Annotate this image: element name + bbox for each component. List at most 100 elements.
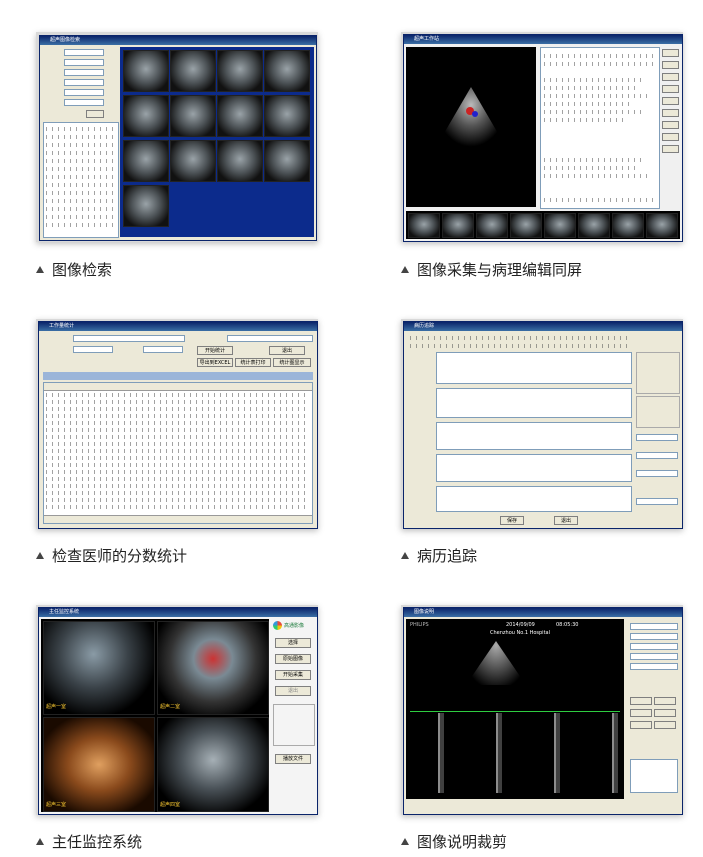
exit-button[interactable]: 退出	[275, 686, 311, 696]
filter-field[interactable]	[64, 99, 104, 106]
ultrasound-thumbnail[interactable]	[217, 140, 263, 182]
other-exam-field[interactable]	[436, 388, 632, 418]
surgery-field[interactable]	[436, 422, 632, 450]
toolbar-button[interactable]	[662, 49, 679, 57]
captured-thumbnail[interactable]	[646, 213, 678, 238]
sidebar-button[interactable]	[654, 721, 676, 729]
date-end-field[interactable]	[64, 69, 104, 76]
sidebar-button[interactable]	[630, 709, 652, 717]
report-editor[interactable]	[540, 47, 660, 209]
crop-field[interactable]	[630, 653, 678, 660]
crop-field[interactable]	[630, 663, 678, 670]
ultrasound-thumbnail[interactable]	[123, 185, 169, 227]
doctor-select[interactable]	[227, 335, 313, 342]
toolbar-button[interactable]	[662, 85, 679, 93]
captured-thumbnail[interactable]	[612, 213, 644, 238]
ultrasound-finding-field[interactable]	[436, 352, 632, 384]
plan-date-field[interactable]	[636, 434, 678, 441]
tracker-select[interactable]	[636, 470, 678, 477]
search-field[interactable]	[64, 49, 104, 56]
captured-thumbnail[interactable]	[578, 213, 610, 238]
screenshot-capture-edit: 超声工作站	[401, 32, 683, 242]
chart-display-button[interactable]: 统计图显示	[273, 358, 311, 367]
sidebar-button[interactable]	[654, 697, 676, 705]
room-view-2[interactable]	[157, 621, 269, 715]
crop-field[interactable]	[630, 633, 678, 640]
accuracy-options	[636, 396, 680, 428]
toolbar-button[interactable]	[662, 109, 679, 117]
caption-image-crop: 图像说明裁剪	[401, 831, 507, 852]
tracking-options	[636, 352, 680, 394]
room-view-4[interactable]	[157, 717, 269, 812]
date-start-field[interactable]	[64, 59, 104, 66]
monitor-grid: 超声一室 超声二室 超声三室 超声四室	[41, 619, 269, 812]
default-input-select[interactable]	[636, 498, 678, 505]
ultrasound-thumbnail[interactable]	[264, 95, 310, 137]
filter-field[interactable]	[64, 79, 104, 86]
ultrasound-thumbnail[interactable]	[264, 140, 310, 182]
room-view-1[interactable]	[43, 621, 155, 715]
start-date-field[interactable]	[73, 346, 113, 353]
room-view-3[interactable]	[43, 717, 155, 812]
crop-field[interactable]	[630, 643, 678, 650]
ultrasound-thumbnail[interactable]	[217, 95, 263, 137]
toolbar-button[interactable]	[662, 121, 679, 129]
brand-name: 高通影像	[284, 623, 305, 629]
hint-bar	[43, 372, 313, 380]
stat-type-select[interactable]	[73, 335, 185, 342]
toolbar-button[interactable]	[662, 73, 679, 81]
captured-thumbnail[interactable]	[510, 213, 542, 238]
brand-logo: 高通影像	[273, 620, 315, 632]
panel-image-crop: 图像说明 PHILIPS 2014/09/09 08:05:30 Chenzho…	[351, 571, 703, 857]
pathology-field[interactable]	[436, 454, 632, 482]
panel-case-tracking: 病历追踪 保存 退出 病历追踪	[351, 285, 703, 571]
ultrasound-thumbnail[interactable]	[264, 50, 310, 92]
crop-field[interactable]	[630, 623, 678, 630]
ultrasound-thumbnail[interactable]	[170, 50, 216, 92]
start-capture-button[interactable]: 开始采集	[275, 670, 311, 680]
filter-field[interactable]	[64, 89, 104, 96]
overlay-hospital: Chenzhou No.1 Hospital	[490, 630, 550, 636]
save-button[interactable]: 保存	[500, 516, 524, 525]
sidebar-button[interactable]	[630, 697, 652, 705]
toolbar-button[interactable]	[662, 145, 679, 153]
ultrasound-thumbnail[interactable]	[170, 95, 216, 137]
image-crop-window: 图像说明 PHILIPS 2014/09/09 08:05:30 Chenzho…	[403, 607, 683, 815]
original-image-button[interactable]: 原始图像	[275, 654, 311, 664]
play-file-button[interactable]: 播放文件	[275, 754, 311, 764]
follow-date-field[interactable]	[636, 452, 678, 459]
image-search-window: 超声图像检索	[39, 35, 317, 241]
ultrasound-thumbnail[interactable]	[170, 140, 216, 182]
end-date-field[interactable]	[143, 346, 183, 353]
exit-button[interactable]: 退出	[269, 346, 305, 355]
start-stat-button[interactable]: 开始统计	[197, 346, 233, 355]
select-button[interactable]: 选择	[275, 638, 311, 648]
ultrasound-thumbnail[interactable]	[123, 140, 169, 182]
follow-up-field[interactable]	[436, 486, 632, 512]
exit-button[interactable]: 退出	[554, 516, 578, 525]
ultrasound-thumbnail[interactable]	[123, 95, 169, 137]
search-button[interactable]	[86, 110, 104, 118]
captured-thumbnail[interactable]	[544, 213, 576, 238]
print-table-button[interactable]: 统计表打印	[235, 358, 271, 367]
captured-thumbnail[interactable]	[408, 213, 440, 238]
caption-capture-edit: 图像采集与病理编辑同屏	[401, 259, 582, 280]
ultrasound-thumbnail[interactable]	[123, 50, 169, 92]
toolbar-button[interactable]	[662, 61, 679, 69]
caption-director-monitor: 主任监控系统	[36, 831, 142, 852]
caption-case-tracking: 病历追踪	[401, 545, 477, 566]
sidebar-button[interactable]	[630, 721, 652, 729]
window-title: 超声工作站	[404, 35, 682, 44]
captured-thumbnail[interactable]	[476, 213, 508, 238]
sidebar-button[interactable]	[654, 709, 676, 717]
captured-thumbnail[interactable]	[442, 213, 474, 238]
panel-director-monitor: 主任监控系统 超声一室 超声二室 超声三室 超声四室 高通影像 选择 原始图像 …	[0, 571, 351, 857]
toolbar-button[interactable]	[662, 133, 679, 141]
export-excel-button[interactable]: 导出到EXCEL	[197, 358, 233, 367]
annotation-list[interactable]	[630, 759, 678, 793]
ultrasound-thumbnail[interactable]	[217, 50, 263, 92]
case-tracking-window: 病历追踪 保存 退出	[403, 321, 683, 529]
score-table	[43, 382, 313, 524]
toolbar-button[interactable]	[662, 97, 679, 105]
screenshot-image-search: 超声图像检索	[36, 32, 318, 242]
